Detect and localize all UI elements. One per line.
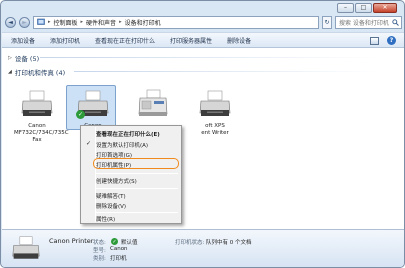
- default-check-icon: ✓: [111, 238, 118, 245]
- context-menu: 查看现在正在打印什么(E) ✓ 设置为默认打印机(A) 打印首选项(G) 打印机…: [80, 125, 182, 224]
- devices-group-label: 设备 (5): [14, 55, 40, 63]
- fax-printer-icon: [20, 88, 54, 122]
- expanded-arrow-icon: ◢: [8, 69, 12, 75]
- navigation-bar: ◄ ► ▸ 控制面板 ▸ 硬件和声音 ▸ 设备和打印机 ↻ 搜索 设备和打印机: [5, 15, 402, 29]
- refresh-button[interactable]: ↻: [322, 15, 332, 29]
- printers-group-header[interactable]: ◢ 打印机和传真 (4): [8, 67, 65, 77]
- printer-icon: ✓: [76, 88, 110, 122]
- model-value: Canon: [110, 246, 128, 252]
- default-check-icon: ✓: [76, 110, 85, 119]
- fax-icon: [136, 88, 170, 122]
- change-view-icon[interactable]: [370, 36, 379, 45]
- category-label: 类别:: [93, 256, 106, 262]
- printer-name: oft XPS ent Writer: [201, 123, 229, 136]
- see-whats-printing-button[interactable]: 查看现在正在打印什么: [95, 36, 155, 45]
- add-printer-button[interactable]: 添加打印机: [50, 36, 80, 45]
- model-label: 型号:: [93, 248, 106, 254]
- status-label: 状态:: [93, 240, 106, 246]
- category-value: 打印机: [110, 256, 127, 262]
- printer-status-value: 队列中有 0 个文档: [206, 240, 252, 246]
- printer-name: Canon MF732C/734C/735C Fax: [14, 123, 69, 143]
- remove-device-button[interactable]: 删除设备: [227, 36, 251, 45]
- breadcrumb-devices-printers[interactable]: 设备和打印机: [125, 18, 161, 27]
- back-button[interactable]: ◄: [5, 16, 16, 28]
- search-icon: [392, 18, 399, 26]
- command-bar: 添加设备 添加打印机 查看现在正在打印什么 打印服务器属性 删除设备 ?: [2, 32, 404, 48]
- menu-separator: [96, 173, 178, 174]
- menu-separator: [96, 212, 178, 213]
- details-printer-name: Canon Printer: [49, 237, 94, 245]
- search-placeholder: 搜索 设备和打印机: [339, 19, 389, 27]
- minimize-button[interactable]: –: [337, 3, 354, 13]
- status-value: 默认值: [121, 240, 138, 246]
- content-area: ▷ 设备 (5) ◢ 打印机和传真 (4) Canon MF732C/734C/…: [2, 48, 404, 229]
- maximize-button[interactable]: □: [355, 3, 372, 13]
- print-server-properties-button[interactable]: 打印服务器属性: [170, 36, 212, 45]
- close-button[interactable]: ✕: [373, 3, 397, 13]
- address-bar[interactable]: ▸ 控制面板 ▸ 硬件和声音 ▸ 设备和打印机: [33, 15, 319, 29]
- printer-item-selected[interactable]: ✓ Canon: [66, 85, 116, 130]
- search-input[interactable]: 搜索 设备和打印机: [335, 15, 402, 29]
- details-pane: Canon Printer 状态: ✓ 默认值 型号: Canon 类别: 打印…: [2, 229, 404, 267]
- printer-status-label: 打印机状态:: [175, 240, 205, 246]
- checkmark-icon: ✓: [86, 140, 92, 147]
- group-divider: [40, 57, 380, 58]
- details-printer-icon: [11, 234, 41, 266]
- printers-group-label: 打印机和传真 (4): [14, 69, 66, 77]
- menu-item-remove-device[interactable]: 删除设备(V): [96, 202, 126, 210]
- menu-separator: [96, 188, 178, 189]
- menu-item-troubleshoot[interactable]: 疑难解答(T): [96, 192, 126, 200]
- menu-item-create-shortcut[interactable]: 创建快捷方式(S): [96, 177, 137, 185]
- breadcrumb-hardware-sound[interactable]: 硬件和声音: [86, 18, 116, 27]
- group-divider: [74, 71, 380, 72]
- explorer-window: – □ ✕ ◄ ► ▸ 控制面板 ▸ 硬件和声音 ▸ 设备和打印机 ↻ 搜索 设…: [0, 0, 405, 268]
- xps-printer-icon: [198, 88, 232, 122]
- printer-item[interactable]: oft XPS ent Writer: [192, 88, 238, 137]
- help-icon[interactable]: ?: [387, 36, 396, 45]
- menu-item-printer-properties[interactable]: 打印机属性(P): [96, 161, 131, 169]
- add-device-button[interactable]: 添加设备: [11, 36, 35, 45]
- menu-item-see-whats-printing[interactable]: 查看现在正在打印什么(E): [96, 130, 160, 138]
- caption-buttons: – □ ✕: [337, 3, 397, 13]
- menu-item-set-default[interactable]: 设置为默认打印机(A): [96, 141, 148, 149]
- collapsed-arrow-icon: ▷: [8, 55, 12, 61]
- devices-group-header[interactable]: ▷ 设备 (5): [8, 53, 39, 63]
- printer-item[interactable]: Canon MF732C/734C/735C Fax: [14, 88, 69, 144]
- menu-item-properties[interactable]: 属性(R): [96, 215, 115, 223]
- breadcrumb-control-panel[interactable]: 控制面板: [54, 18, 78, 27]
- control-panel-icon: [37, 18, 45, 25]
- forward-button[interactable]: ►: [19, 16, 30, 28]
- printer-item[interactable]: [130, 88, 176, 123]
